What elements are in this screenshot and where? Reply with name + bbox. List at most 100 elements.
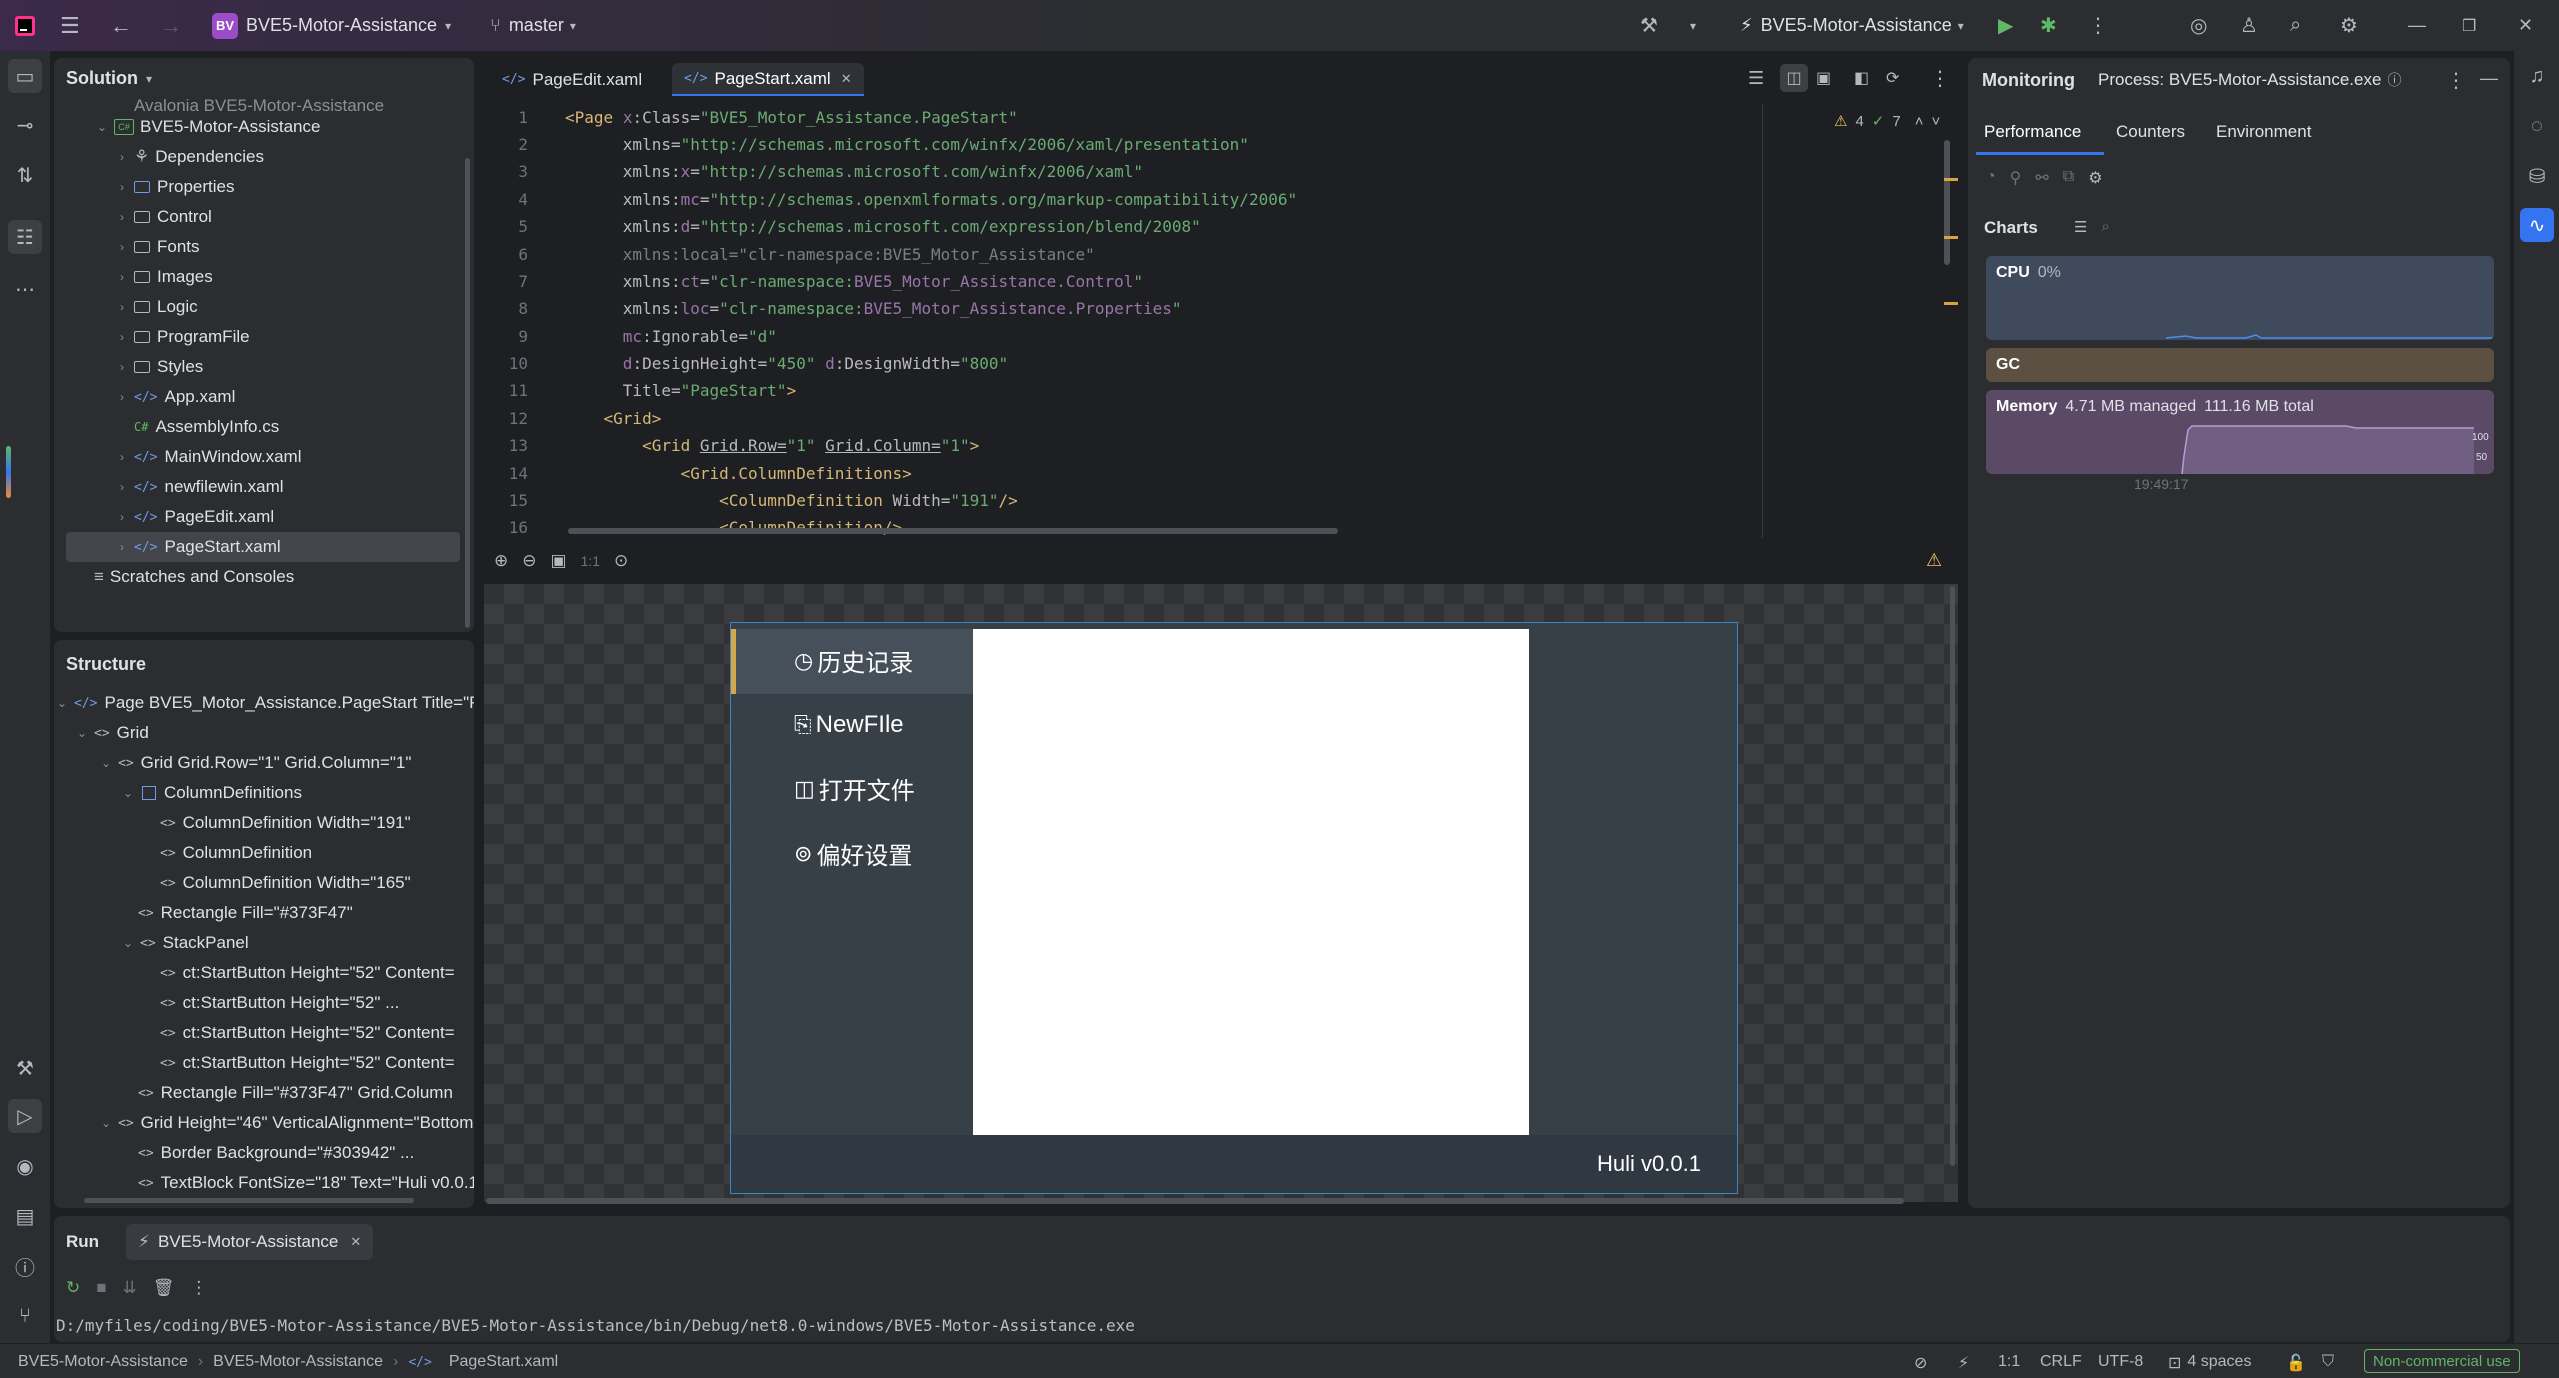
scroll-to-end-icon[interactable]: ⇊ — [123, 1278, 137, 1298]
rerun-icon[interactable]: ↻ — [66, 1278, 80, 1298]
breadcrumb-item[interactable]: BVE5-Motor-Assistance — [213, 1353, 383, 1371]
menu-open-file-button[interactable]: ◫ 打开文件 — [794, 756, 1034, 821]
tab-performance[interactable]: Performance — [1984, 122, 2081, 142]
run-panel-icon[interactable]: ▷ — [8, 1099, 42, 1133]
monitoring-settings-icon[interactable]: ⚙ — [2088, 168, 2102, 188]
breadcrumb-item[interactable]: BVE5-Motor-Assistance — [18, 1353, 188, 1371]
services-icon[interactable]: ◉ — [8, 1149, 42, 1183]
inspection-widget[interactable]: ⚠ 4 ✓ 7 ˄ ˅ — [1834, 112, 1940, 131]
problems-icon[interactable]: ⓘ — [8, 1249, 42, 1283]
dump-icon[interactable]: ⧉ — [2063, 168, 2074, 188]
tab-pageedit[interactable]: </> PageEdit.xaml — [490, 63, 654, 96]
menu-history-button[interactable]: ◷ 历史记录 — [794, 628, 1034, 693]
structure-row[interactable]: <> Rectangle Fill="#373F47" — [138, 898, 353, 928]
structure-row[interactable]: ⌄ <> Grid Grid.Row="1" Grid.Column="1" — [98, 748, 411, 778]
cpu-chart[interactable]: CPU 0% — [1986, 256, 2494, 340]
tab-environment[interactable]: Environment — [2216, 122, 2311, 142]
minimize-icon[interactable]: — — [2408, 0, 2426, 51]
next-highlight-icon[interactable]: ˅ — [1931, 113, 1940, 130]
code-area[interactable]: 1 2 3 4 5 6 7 8 9 10 11 12 13 14 15 16 <… — [0, 108, 1960, 538]
structure-row[interactable]: ⌄ <> Grid Height="46" VerticalAlignment="B… — [98, 1108, 474, 1138]
structure-row[interactable]: ⌄ <> Grid — [74, 718, 149, 748]
terminal-icon[interactable]: ▤ — [8, 1199, 42, 1233]
hide-panel-icon[interactable]: — — [2480, 68, 2498, 89]
split-editor-icon[interactable]: ◧ — [1854, 68, 1869, 88]
tab-counters[interactable]: Counters — [2116, 122, 2185, 142]
app-logo-icon[interactable] — [14, 0, 36, 51]
refresh-preview-icon[interactable]: ⟳ — [1886, 68, 1899, 88]
shield-icon[interactable]: ⛉ — [2322, 1353, 2334, 1371]
structure-row[interactable]: <> ColumnDefinition — [160, 838, 312, 868]
memory-chart[interactable]: Memory 4.71 MB managed 111.16 MB total 1… — [1986, 390, 2494, 474]
database-icon[interactable]: ⛁ — [2520, 159, 2554, 193]
structure-row[interactable]: <> ct:StartButton Height="52" Content= — [160, 1048, 455, 1078]
structure-row[interactable]: <> ColumnDefinition Width="165" — [160, 868, 411, 898]
ai-status-icon[interactable]: ⚡ — [1958, 1353, 1969, 1373]
timeline-icon[interactable]: ◔ — [1986, 168, 1996, 188]
structure-row[interactable]: <> ct:StartButton Height="52" Content= — [160, 958, 455, 988]
editor-h-scrollbar[interactable] — [568, 528, 1338, 534]
run-icon[interactable]: ▶ — [1998, 0, 2013, 51]
notifications-icon[interactable]: ♫ — [2520, 59, 2554, 93]
close-window-icon[interactable]: ✕ — [2518, 0, 2533, 51]
more-vertical-icon[interactable]: ⋮ — [1930, 66, 1950, 91]
license-badge[interactable]: Non-commercial use — [2364, 1349, 2520, 1373]
split-view-icon[interactable]: ◫ — [1780, 64, 1808, 92]
zoom-in-icon[interactable]: ⊕ — [494, 551, 508, 571]
forward-arrow-icon[interactable]: → — [160, 0, 182, 51]
snapshot-icon[interactable]: ⚲ — [2010, 168, 2022, 188]
tab-pagestart[interactable]: </> PageStart.xaml ✕ — [672, 63, 864, 96]
structure-row[interactable]: <> TextBlock FontSize="18" Text="Huli v0.… — [138, 1168, 474, 1188]
restore-icon[interactable]: ❐ — [2462, 0, 2476, 51]
chart-zoom-icon[interactable]: ⌕ — [2101, 218, 2109, 236]
project-folder-icon[interactable]: ▭ — [8, 59, 42, 93]
gc-chart[interactable]: GC — [1986, 348, 2494, 382]
trace-icon[interactable]: ⚯ — [2035, 168, 2048, 188]
structure-row[interactable]: <> Border Background="#303942" ... — [138, 1138, 414, 1168]
structure-row[interactable]: <> ColumnDefinition Width="191" — [160, 808, 411, 838]
read-only-lock-icon[interactable]: 🔓 — [2286, 1353, 2306, 1373]
code-view-icon[interactable]: ☰ — [1748, 68, 1764, 89]
structure-row[interactable]: ⌄ ColumnDefinitions — [120, 778, 302, 808]
inspection-status-icon[interactable]: ⊘ — [1914, 1353, 1927, 1373]
ai-chat-icon[interactable]: ◌ — [2520, 109, 2554, 143]
debug-bug-icon[interactable]: ✱ — [2040, 0, 2057, 51]
search-icon[interactable]: ⌕ — [2290, 0, 2301, 51]
file-encoding[interactable]: UTF-8 — [2098, 1353, 2143, 1371]
previous-highlight-icon[interactable]: ˄ — [1915, 113, 1924, 130]
build-hammer-icon[interactable]: ⚒ — [1640, 0, 1658, 51]
help-icon[interactable]: ⓘ — [2387, 70, 2401, 90]
actual-size-label[interactable]: 1:1 — [581, 553, 600, 569]
build-icon[interactable]: ⚒ — [8, 1051, 42, 1085]
tree-item-scratches[interactable]: ≡ Scratches and Consoles — [94, 562, 294, 592]
project-selector[interactable]: BV BVE5-Motor-Assistance ▾ — [212, 0, 451, 51]
more-vertical-icon[interactable]: ⋮ — [2446, 68, 2466, 93]
structure-row[interactable]: ⌄ </> Page BVE5_Motor_Assistance.PageStart… — [54, 688, 474, 718]
breadcrumb-item[interactable]: PageStart.xaml — [449, 1353, 558, 1371]
stop-icon[interactable]: ■ — [96, 1278, 106, 1298]
monitoring-icon[interactable]: ∿ — [2520, 208, 2554, 242]
fit-screen-icon[interactable]: ▣ — [551, 551, 567, 571]
editor-v-scrollbar[interactable] — [1944, 140, 1950, 265]
clear-output-icon[interactable]: 🗑 — [153, 1278, 175, 1298]
designer-v-scrollbar[interactable] — [1950, 586, 1955, 1166]
settings-gear-icon[interactable]: ⚙ — [2340, 0, 2358, 51]
main-menu-icon[interactable]: ☰ — [60, 0, 80, 51]
add-user-icon[interactable]: ♙ — [2240, 0, 2258, 51]
zoom-out-icon[interactable]: ⊖ — [522, 551, 536, 571]
structure-row[interactable]: ⌄ <> StackPanel — [120, 928, 249, 958]
ai-assistant-icon[interactable]: ◎ — [2190, 0, 2207, 51]
line-ending[interactable]: CRLF — [2040, 1353, 2082, 1371]
caret-position[interactable]: 1:1 — [1998, 1353, 2020, 1371]
menu-newfile-button[interactable]: ⎘ NewFIle — [794, 692, 1034, 757]
structure-h-scrollbar[interactable] — [84, 1198, 414, 1203]
close-tab-icon[interactable]: ✕ — [841, 71, 852, 87]
more-vertical-icon[interactable]: ⋮ — [2088, 0, 2108, 51]
back-arrow-icon[interactable]: ← — [110, 0, 132, 51]
designer-h-scrollbar[interactable] — [486, 1198, 1904, 1204]
structure-row[interactable]: <> ct:StartButton Height="52" Content= — [160, 1018, 455, 1048]
preview-view-icon[interactable]: ▣ — [1816, 68, 1831, 88]
menu-settings-button[interactable]: ⊚ 偏好设置 — [794, 821, 1034, 886]
close-tab-icon[interactable]: ✕ — [350, 1234, 361, 1250]
pick-element-icon[interactable]: ⊙ — [614, 551, 628, 571]
